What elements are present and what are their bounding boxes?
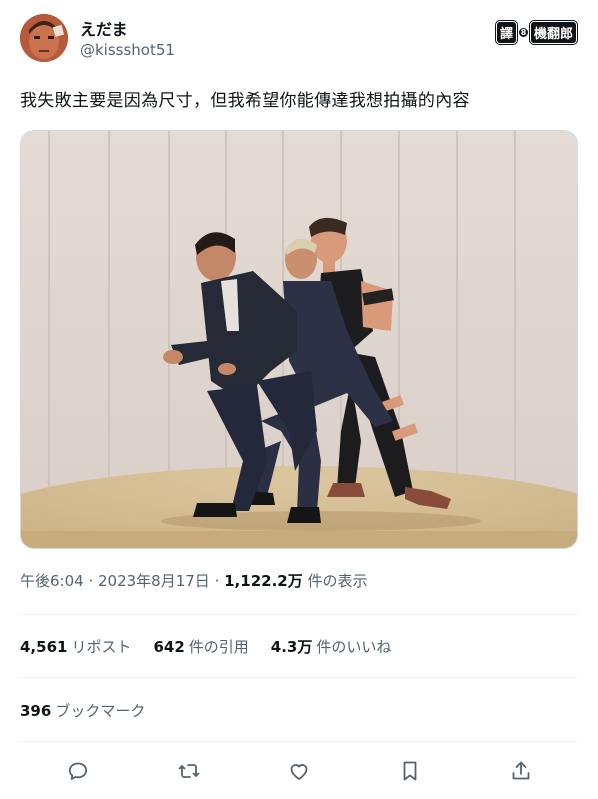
display-name[interactable]: えだま	[80, 16, 128, 40]
divider	[20, 614, 578, 615]
translate-badge: 譯 8 機翻郎	[496, 22, 576, 43]
reposts-stat[interactable]: 4,561 リポスト	[20, 636, 131, 657]
reposts-label: リポスト	[71, 638, 132, 656]
tweet-time[interactable]: 午後6:04	[20, 572, 84, 590]
reply-icon	[68, 762, 88, 780]
user-handle[interactable]: @kissshot51	[80, 41, 175, 59]
view-label: 件の表示	[302, 572, 368, 590]
repost-button[interactable]	[174, 756, 204, 786]
reposts-count: 4,561	[20, 638, 68, 656]
avatar-face-image	[20, 14, 68, 62]
bookmarks-stat: 396 ブックマーク	[20, 700, 145, 721]
like-button[interactable]	[284, 756, 314, 786]
translate-badge-left: 譯	[496, 22, 516, 43]
translate-badge-sep: 8	[518, 28, 528, 37]
share-button[interactable]	[506, 756, 536, 786]
repost-icon	[178, 764, 200, 778]
view-count: 1,122.2万	[224, 572, 303, 590]
divider	[20, 677, 578, 678]
likes-count: 4.3万	[270, 638, 313, 656]
bookmarks-label: ブックマーク	[55, 702, 146, 720]
share-icon	[512, 761, 530, 780]
like-icon	[290, 764, 308, 780]
divider	[20, 741, 578, 742]
tweet-meta: 午後6:04 · 2023年8月17日 · 1,122.2万 件の表示	[20, 570, 368, 591]
quotes-label: 件の引用	[188, 638, 249, 656]
quotes-stat[interactable]: 642 件の引用	[153, 636, 248, 657]
tweet-date[interactable]: 2023年8月17日	[98, 572, 210, 590]
tweet-text: 我失敗主要是因為尺寸，但我希望你能傳達我想拍攝的內容	[20, 91, 470, 111]
quotes-count: 642	[153, 638, 185, 656]
action-figures-photo	[21, 131, 577, 548]
bookmarks-count: 396	[20, 702, 52, 720]
bookmark-icon	[403, 761, 417, 781]
translate-badge-right: 機翻郎	[530, 22, 576, 43]
engagement-stats: 4,561 リポスト 642 件の引用 4.3万 件のいいね	[20, 636, 413, 657]
bookmark-button[interactable]	[395, 756, 425, 786]
reply-button[interactable]	[63, 756, 93, 786]
likes-label: 件のいいね	[316, 638, 392, 656]
avatar[interactable]	[20, 14, 68, 62]
tweet-photo[interactable]	[20, 130, 578, 549]
meta-separator: ·	[83, 572, 98, 590]
likes-stat[interactable]: 4.3万 件のいいね	[271, 636, 392, 657]
meta-separator: ·	[209, 572, 225, 590]
action-bar	[0, 752, 598, 792]
